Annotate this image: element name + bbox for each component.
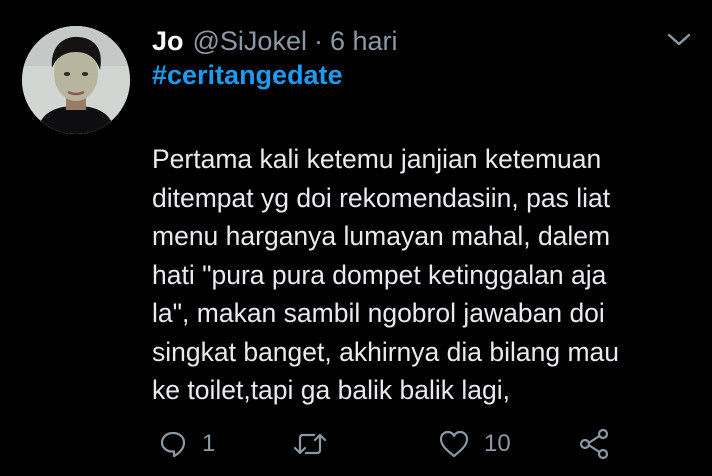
tweet-text-line: hati "pura pura dompet ketinggalan aja [152, 259, 607, 290]
tweet-text-line: ditempat yg doi rekomendasiin, pas liat [152, 182, 611, 213]
tweet-text-line: singkat banget, akhirnya dia bilang mau [152, 336, 619, 367]
more-options-button[interactable] [666, 30, 692, 50]
heart-icon [439, 430, 469, 458]
retweet-button[interactable] [292, 424, 342, 464]
like-button[interactable]: 10 [438, 424, 511, 464]
tweet-text-line: la", makan sambil ngobrol jawaban doi [152, 298, 605, 328]
tweet-card[interactable]: Jo @SiJokel · 6 hari #ceritangedate Pert… [0, 0, 712, 476]
tweet-text-line: menu harganya lumayan mahal, dalem [152, 221, 611, 251]
separator-dot: · [313, 25, 323, 56]
reply-count: 1 [202, 430, 216, 457]
share-icon [579, 428, 609, 460]
retweet-icon [293, 433, 327, 455]
timestamp[interactable]: 6 hari [330, 26, 398, 57]
reply-icon [160, 431, 186, 458]
tweet-text-line: ke toilet,tapi ga balik balik lagi, [152, 375, 510, 405]
tweet-text: Pertama kali ketemu janjian ketemuan dit… [152, 140, 692, 410]
avatar-image [22, 26, 130, 134]
avatar[interactable] [22, 26, 130, 134]
user-handle[interactable]: @SiJokel [193, 26, 307, 57]
display-name[interactable]: Jo [152, 26, 184, 57]
like-count: 10 [484, 430, 511, 457]
reply-button[interactable]: 1 [158, 424, 215, 464]
tweet-actions: 1 10 [152, 424, 672, 464]
share-button[interactable] [578, 424, 610, 464]
tweet-text-line: Pertama kali ketemu janjian ketemuan [152, 144, 602, 174]
hashtag-link[interactable]: #ceritangedate [152, 60, 343, 91]
chevron-down-icon [667, 33, 691, 46]
tweet-header: Jo @SiJokel · 6 hari [152, 22, 398, 60]
